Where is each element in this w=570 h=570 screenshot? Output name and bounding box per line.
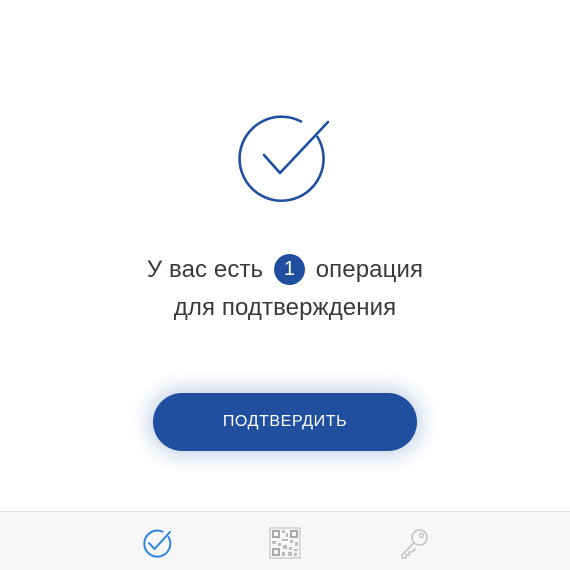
check-circle-icon	[140, 527, 172, 559]
qr-code-icon	[269, 527, 301, 559]
check-circle-icon	[237, 111, 330, 203]
tab-qr-scanner[interactable]	[268, 526, 302, 560]
confirm-button[interactable]: ПОДТВЕРДИТЬ	[153, 393, 417, 451]
message-line-1: У вас есть 1 операция	[0, 251, 570, 289]
confirmation-screen: У вас есть 1 операция для подтверждения …	[0, 0, 570, 570]
operations-count-badge: 1	[273, 254, 305, 285]
key-icon	[398, 527, 430, 559]
bottom-tab-bar	[0, 511, 570, 570]
message-text-after-count: операция	[315, 256, 424, 283]
tab-operations[interactable]	[139, 526, 173, 560]
pending-operations-message: У вас есть 1 операция для подтверждения	[0, 251, 570, 327]
message-line-2: для подтверждения	[173, 294, 397, 321]
tab-keys[interactable]	[397, 526, 431, 560]
message-text-before-count: У вас есть	[146, 256, 264, 283]
